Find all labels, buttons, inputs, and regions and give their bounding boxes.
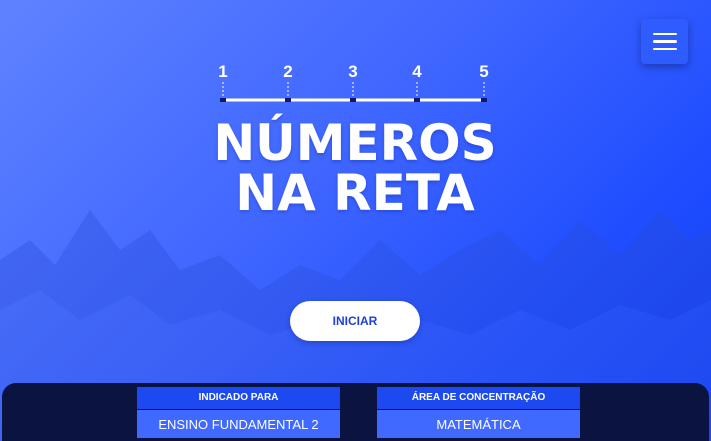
menu-button[interactable]	[641, 19, 688, 64]
area-label: ÁREA DE CONCENTRAÇÃO	[377, 387, 580, 409]
tick-label: 5	[479, 62, 488, 81]
tick-label: 3	[348, 62, 357, 81]
tick-label: 4	[412, 62, 422, 81]
audience-value: ENSINO FUNDAMENTAL 2	[137, 410, 340, 438]
tick-label: 1	[218, 62, 227, 81]
area-card: ÁREA DE CONCENTRAÇÃO MATEMÁTICA	[377, 387, 580, 438]
audience-label: INDICADO PARA	[137, 387, 340, 409]
info-bar: INDICADO PARA ENSINO FUNDAMENTAL 2 ÁREA …	[2, 383, 709, 441]
tick-guides	[222, 82, 485, 98]
audience-card: INDICADO PARA ENSINO FUNDAMENTAL 2	[137, 387, 340, 438]
hamburger-menu-icon	[652, 32, 677, 36]
start-button[interactable]: INICIAR	[290, 301, 420, 341]
page-title: NÚMEROS NA RETA	[205, 118, 505, 218]
tick-label: 2	[283, 62, 292, 81]
number-line-logo: 1 2 3 4 5	[215, 60, 495, 110]
area-value: MATEMÁTICA	[377, 410, 580, 438]
title-line-2: NA RETA	[235, 164, 475, 222]
title-line-1: NÚMEROS	[213, 114, 497, 172]
